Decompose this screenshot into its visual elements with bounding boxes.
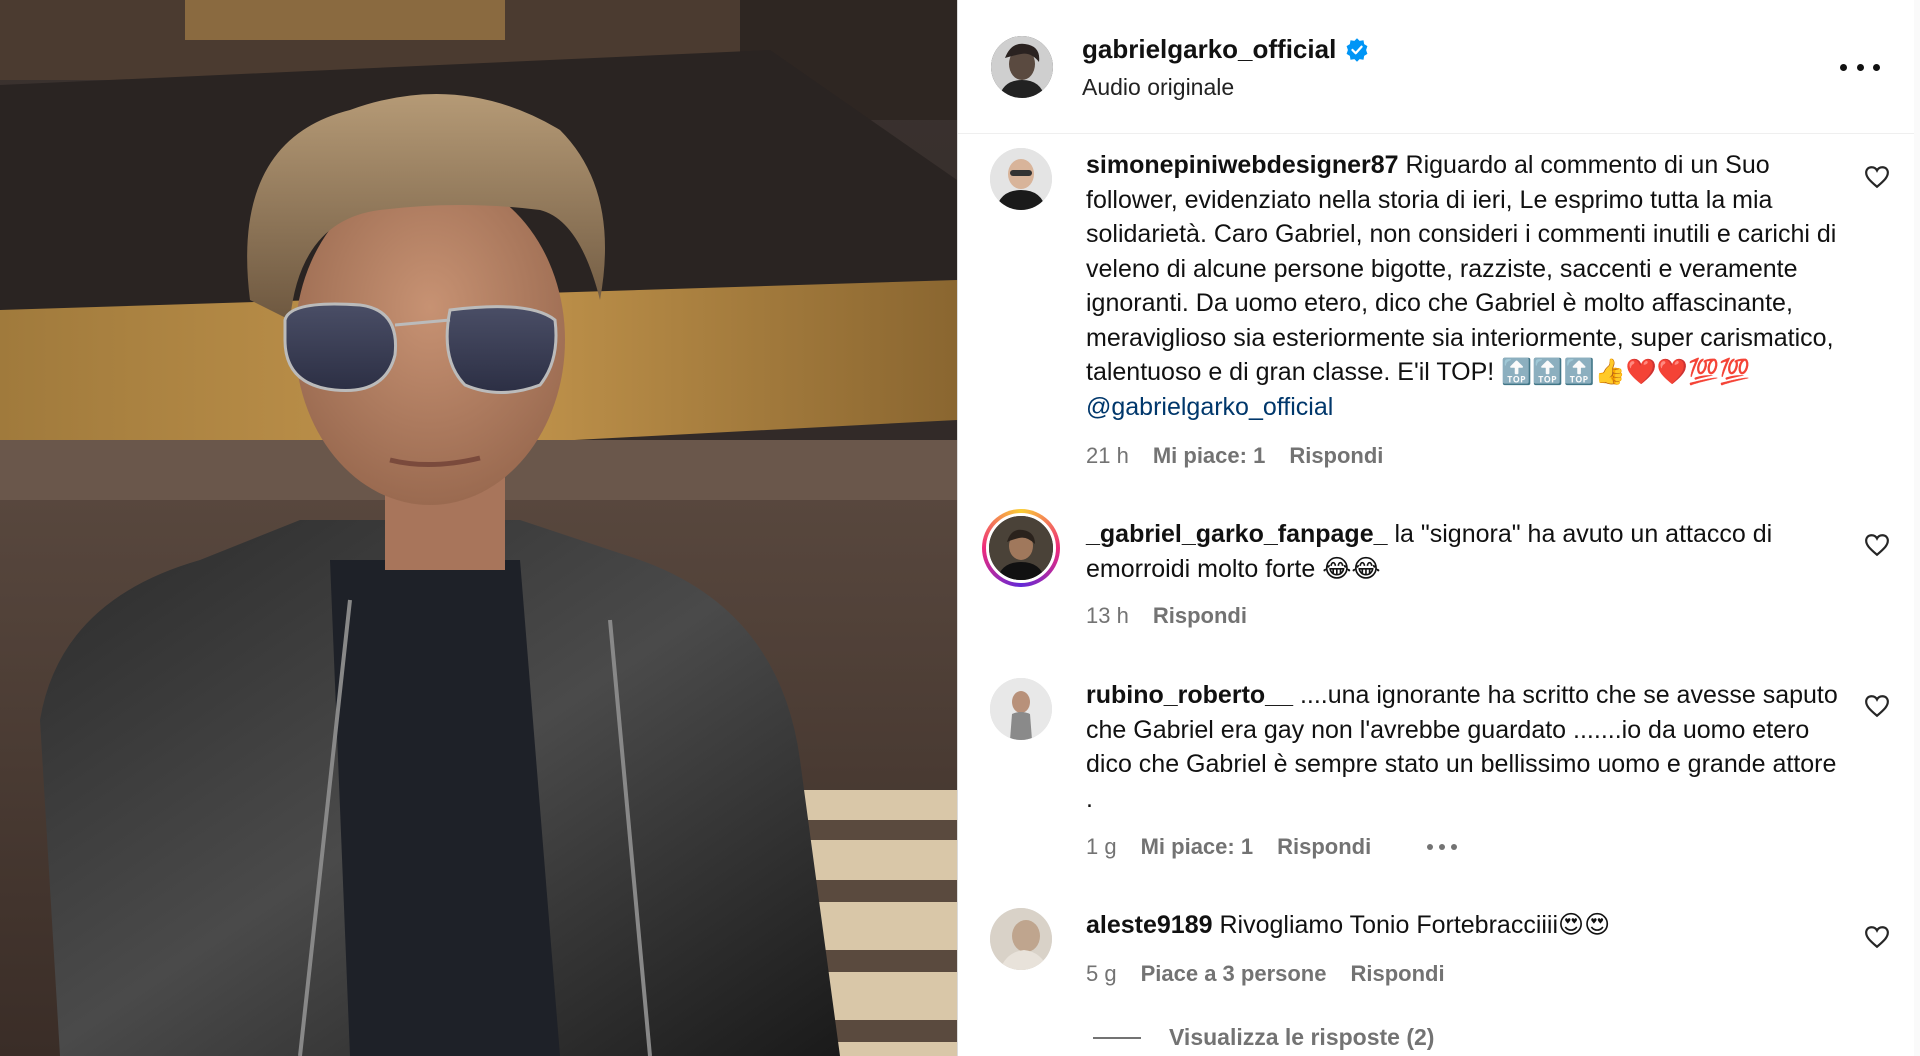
- comment-meta: 21 h Mi piace: 1 Rispondi: [1086, 443, 1383, 469]
- reply-button[interactable]: Rispondi: [1289, 443, 1383, 469]
- comment-mention[interactable]: @gabrielgarko_official: [1086, 393, 1333, 421]
- comment-meta: 13 h Rispondi: [1086, 603, 1247, 629]
- comment-meta: 5 g Piace a 3 persone Rispondi: [1086, 961, 1445, 987]
- view-replies-button[interactable]: Visualizza le risposte (2): [1093, 1024, 1434, 1051]
- post-media[interactable]: [0, 0, 957, 1056]
- comment-username[interactable]: aleste9189: [1086, 911, 1213, 939]
- audio-label[interactable]: Audio originale: [1082, 74, 1234, 101]
- comment-time[interactable]: 1 g: [1086, 834, 1117, 860]
- panel-edge: [1914, 0, 1920, 1056]
- commenter-avatar[interactable]: [990, 908, 1052, 970]
- comment-time[interactable]: 5 g: [1086, 961, 1117, 987]
- post-header: gabrielgarko_official Audio originale: [958, 0, 1920, 134]
- comment-username[interactable]: simonepiniwebdesigner87: [1086, 151, 1399, 179]
- verified-badge-icon: [1346, 37, 1368, 62]
- comment-text: _gabriel_garko_fanpage_ la "signora" ha …: [1086, 517, 1846, 586]
- comment-username[interactable]: _gabriel_garko_fanpage_: [1086, 520, 1388, 548]
- commenter-avatar[interactable]: [990, 148, 1052, 210]
- comment-text: aleste9189 Rivogliamo Tonio Fortebraccii…: [1086, 908, 1846, 943]
- reply-button[interactable]: Rispondi: [1350, 961, 1444, 987]
- author-avatar[interactable]: [991, 36, 1053, 98]
- comment-body: Riguardo al commento di un Suo follower,…: [1086, 151, 1837, 386]
- comment-options-icon[interactable]: [1427, 834, 1458, 860]
- more-options-icon[interactable]: [1840, 52, 1880, 82]
- commenter-avatar[interactable]: [990, 678, 1052, 740]
- comment-body: Rivogliamo Tonio Fortebracciiii😍😍: [1219, 911, 1611, 939]
- comment-likes[interactable]: Piace a 3 persone: [1141, 961, 1327, 987]
- comment-time[interactable]: 21 h: [1086, 443, 1129, 469]
- like-heart-icon[interactable]: [1864, 533, 1890, 557]
- like-heart-icon[interactable]: [1864, 925, 1890, 949]
- like-heart-icon[interactable]: [1864, 694, 1890, 718]
- comment-likes[interactable]: Mi piace: 1: [1153, 443, 1265, 469]
- reply-button[interactable]: Rispondi: [1153, 603, 1247, 629]
- replies-divider: [1093, 1036, 1141, 1039]
- author-username[interactable]: gabrielgarko_official: [1082, 34, 1336, 65]
- comment-username[interactable]: rubino_roberto__: [1086, 681, 1293, 709]
- view-replies-label[interactable]: Visualizza le risposte (2): [1169, 1024, 1434, 1051]
- comment-likes[interactable]: Mi piace: 1: [1141, 834, 1253, 860]
- commenter-avatar-story-ring[interactable]: [982, 509, 1060, 587]
- post-photo: [0, 0, 957, 1056]
- like-heart-icon[interactable]: [1864, 165, 1890, 189]
- comment-time[interactable]: 13 h: [1086, 603, 1129, 629]
- comment-meta: 1 g Mi piace: 1 Rispondi: [1086, 834, 1458, 860]
- comment-text: simonepiniwebdesigner87 Riguardo al comm…: [1086, 148, 1846, 424]
- comment-text: rubino_roberto__ ....una ignorante ha sc…: [1086, 678, 1846, 816]
- reply-button[interactable]: Rispondi: [1277, 834, 1371, 860]
